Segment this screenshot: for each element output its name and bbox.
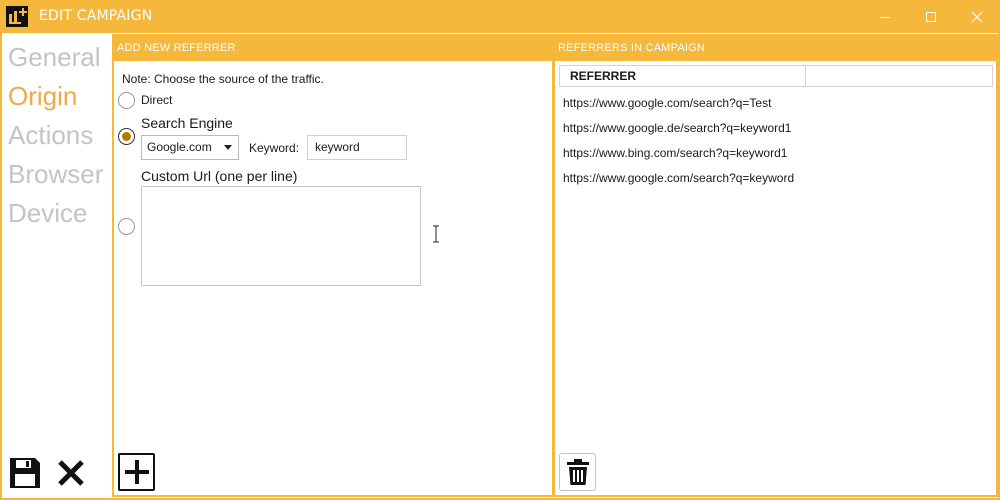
save-button[interactable]	[6, 454, 43, 492]
nav-item-actions[interactable]: Actions	[8, 116, 112, 155]
nav-item-general[interactable]: General	[8, 38, 112, 77]
cancel-button[interactable]	[52, 454, 90, 492]
table-row[interactable]: https://www.google.com/search?q=keyword	[563, 171, 794, 185]
add-referrer-button[interactable]	[118, 453, 155, 491]
delete-referrer-button[interactable]	[559, 453, 596, 491]
custom-url-label[interactable]: Custom Url (one per line)	[141, 168, 297, 184]
window-border-left	[0, 33, 2, 500]
nav-item-browser[interactable]: Browser	[8, 155, 112, 194]
save-icon	[9, 458, 40, 488]
add-referrer-panel: ADD NEW REFERRER Note: Choose the source…	[112, 34, 554, 497]
referrers-header: REFERRERS IN CAMPAIGN	[555, 36, 996, 61]
table-row[interactable]: https://www.google.com/search?q=Test	[563, 96, 771, 110]
table-row[interactable]: https://www.google.de/search?q=keyword1	[563, 121, 791, 135]
app-logo-icon	[6, 6, 28, 27]
maximize-icon	[926, 11, 936, 22]
table-row[interactable]: https://www.bing.com/search?q=keyword1	[563, 146, 787, 160]
direct-radio[interactable]	[118, 92, 135, 109]
close-icon	[971, 11, 983, 22]
custom-url-textarea[interactable]	[141, 186, 439, 286]
column-header-referrer[interactable]: REFERRER	[560, 66, 806, 86]
custom-url-radio[interactable]	[118, 218, 135, 235]
nav-item-origin[interactable]: Origin	[8, 77, 112, 116]
referrers-panel: REFERRERS IN CAMPAIGN REFERRER https://w…	[553, 34, 998, 497]
direct-label[interactable]: Direct	[141, 93, 172, 107]
keyword-input[interactable]: keyword	[307, 135, 407, 160]
search-engine-label[interactable]: Search Engine	[141, 115, 233, 131]
maximize-button[interactable]	[908, 0, 954, 33]
search-engine-select[interactable]: Google.com	[141, 135, 239, 160]
search-engine-select-value: Google.com	[147, 140, 212, 154]
add-referrer-header: ADD NEW REFERRER	[114, 36, 552, 61]
close-window-button[interactable]	[954, 0, 1000, 33]
chevron-down-icon	[224, 145, 232, 150]
plus-icon	[124, 460, 149, 484]
section-nav: General Origin Actions Browser Device	[8, 38, 112, 233]
source-note: Note: Choose the source of the traffic.	[122, 72, 324, 86]
trash-icon	[566, 459, 589, 485]
title-bar: EDIT CAMPAIGN	[0, 0, 1000, 33]
keyword-label: Keyword:	[249, 141, 300, 155]
window-title: EDIT CAMPAIGN	[39, 8, 153, 24]
minimize-button[interactable]	[862, 0, 908, 33]
text-cursor-icon	[433, 225, 439, 243]
search-engine-radio[interactable]	[118, 128, 135, 145]
minimize-icon	[880, 16, 890, 18]
cancel-icon	[58, 460, 84, 486]
nav-item-device[interactable]: Device	[8, 194, 112, 233]
referrers-table-header: REFERRER	[559, 65, 993, 87]
